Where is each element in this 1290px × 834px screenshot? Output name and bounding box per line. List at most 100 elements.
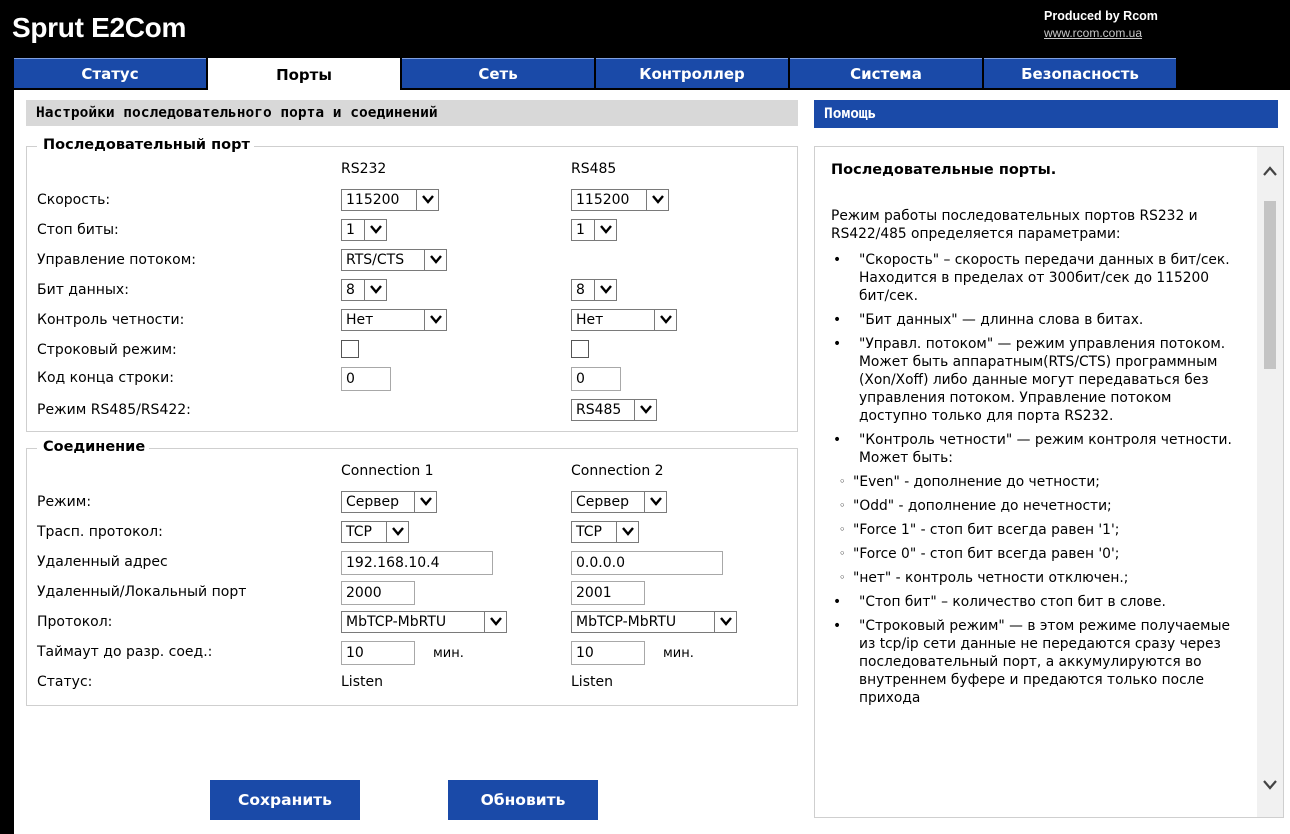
tab-status[interactable]: Статус — [14, 58, 206, 88]
rs485-mode-select[interactable]: RS485 — [571, 399, 657, 421]
rs485-mode-value: RS485 — [576, 402, 622, 418]
rs232-stop-bits-select[interactable]: 1 — [341, 219, 387, 241]
protocol-label: Протокол: — [37, 614, 113, 630]
help-panel[interactable]: Последовательные порты. Режим работы пос… — [814, 146, 1284, 818]
rs232-flow-control-value: RTS/CTS — [346, 252, 405, 268]
chevron-down-icon — [414, 492, 436, 512]
scroll-down-icon[interactable] — [1257, 773, 1283, 797]
chevron-down-icon — [424, 250, 446, 270]
rs485-stop-bits-value: 1 — [576, 222, 585, 238]
refresh-button[interactable]: Обновить — [448, 780, 598, 820]
tab-system[interactable]: Система — [790, 58, 982, 88]
stop-bits-label: Стоп биты: — [37, 222, 119, 238]
transport-label: Трасп. протокол: — [37, 524, 163, 540]
help-item-data-bits: "Бит данных" — длинна слова в битах. — [831, 311, 1239, 329]
rs485-stop-bits-select[interactable]: 1 — [571, 219, 617, 241]
help-title-bar: Помощь — [814, 100, 1278, 128]
c2-timeout-unit: мин. — [663, 646, 694, 661]
rs485-data-bits-select[interactable]: 8 — [571, 279, 617, 301]
tab-ports[interactable]: Порты — [208, 58, 400, 90]
help-item-text: "Строковый режим" — в этом режиме получа… — [859, 618, 1230, 706]
help-item-text: "Скорость" – скорость передачи данных в … — [859, 252, 1230, 304]
c2-mode-value: Сервер — [576, 494, 630, 510]
page-content: Настройки последовательного порта и соед… — [14, 90, 1290, 834]
data-bits-label: Бит данных: — [37, 282, 129, 298]
chevron-down-icon — [616, 522, 638, 542]
c1-status-value: Listen — [341, 674, 383, 690]
c1-mode-select[interactable]: Сервер — [341, 491, 437, 513]
rs232-data-bits-select[interactable]: 8 — [341, 279, 387, 301]
tab-security[interactable]: Безопасность — [984, 58, 1176, 88]
timeout-label: Таймаут до разр. соед.: — [37, 644, 213, 660]
c1-timeout-unit: мин. — [433, 646, 464, 661]
help-item-line-mode: "Строковый режим" — в этом режиме получа… — [831, 617, 1239, 707]
parity-option: "Odd" - дополнение до нечетности; — [839, 497, 1239, 515]
chevron-down-icon — [386, 522, 408, 542]
tab-network[interactable]: Сеть — [402, 58, 594, 88]
c1-mode-value: Сервер — [346, 494, 400, 510]
connection-1-header: Connection 1 — [341, 463, 434, 479]
rs232-speed-value: 115200 — [346, 192, 400, 208]
help-item-flow-control: "Управл. потоком" — режим управления пот… — [831, 335, 1239, 425]
c2-remote-address-input[interactable]: 0.0.0.0 — [571, 551, 723, 575]
main-tabs: Статус Порты Сеть Контроллер Система Без… — [14, 58, 1176, 90]
scroll-up-icon[interactable] — [1257, 159, 1283, 183]
eol-code-label: Код конца строки: — [37, 370, 174, 386]
rs485-data-bits-value: 8 — [576, 282, 585, 298]
parity-option: "Force 0" - стоп бит всегда равен '0'; — [839, 545, 1239, 563]
chevron-down-icon — [416, 190, 438, 210]
c1-remote-address-input[interactable]: 192.168.10.4 — [341, 551, 493, 575]
save-button[interactable]: Сохранить — [210, 780, 360, 820]
chevron-down-icon — [646, 190, 668, 210]
c1-transport-value: TCP — [346, 524, 372, 540]
chevron-down-icon — [424, 310, 446, 330]
help-item-text: "Управл. потоком" — режим управления пот… — [859, 336, 1226, 424]
help-item-parity: "Контроль четности" — режим контроля чет… — [831, 431, 1239, 587]
c2-port-input[interactable]: 2001 — [571, 581, 645, 605]
rs232-parity-select[interactable]: Нет — [341, 309, 447, 331]
c1-timeout-input[interactable]: 10 — [341, 641, 415, 665]
flow-control-label: Управление потоком: — [37, 252, 197, 268]
help-scrollbar[interactable] — [1257, 147, 1283, 817]
tab-controller[interactable]: Контроллер — [596, 58, 788, 88]
chevron-down-icon — [714, 612, 736, 632]
chevron-down-icon — [594, 280, 616, 300]
section-title: Настройки последовательного порта и соед… — [26, 100, 798, 126]
c1-port-input[interactable]: 2000 — [341, 581, 415, 605]
rs232-stop-bits-value: 1 — [346, 222, 355, 238]
rs232-line-mode-checkbox[interactable] — [341, 340, 359, 358]
help-intro: Режим работы последовательных портов RS2… — [831, 208, 1198, 242]
c2-protocol-select[interactable]: MbTCP-MbRTU — [571, 611, 737, 633]
rs485-parity-select[interactable]: Нет — [571, 309, 677, 331]
c1-transport-select[interactable]: TCP — [341, 521, 409, 543]
rs485-speed-select[interactable]: 115200 — [571, 189, 669, 211]
app-title: Sprut E2Com — [12, 12, 187, 43]
chevron-down-icon — [364, 280, 386, 300]
parity-option: "Even" - дополнение до четности; — [839, 473, 1239, 491]
vendor-site-link[interactable]: www.rcom.com.ua — [1044, 26, 1142, 40]
rs485-eol-code-input[interactable]: 0 — [571, 367, 621, 391]
conn-mode-label: Режим: — [37, 494, 92, 510]
chevron-down-icon — [364, 220, 386, 240]
c2-protocol-value: MbTCP-MbRTU — [576, 614, 677, 630]
app-header: Sprut E2Com Produced by Rcom www.rcom.co… — [0, 0, 1290, 58]
c2-mode-select[interactable]: Сервер — [571, 491, 667, 513]
port-label: Удаленный/Локальный порт — [37, 584, 247, 600]
c2-timeout-input[interactable]: 10 — [571, 641, 645, 665]
chevron-down-icon — [594, 220, 616, 240]
scroll-thumb[interactable] — [1264, 201, 1276, 369]
rs485-speed-value: 115200 — [576, 192, 630, 208]
rs232-data-bits-value: 8 — [346, 282, 355, 298]
parity-label: Контроль четности: — [37, 312, 185, 328]
c1-protocol-select[interactable]: MbTCP-MbRTU — [341, 611, 507, 633]
rs485-line-mode-checkbox[interactable] — [571, 340, 589, 358]
rs232-speed-select[interactable]: 115200 — [341, 189, 439, 211]
rs485-column-header: RS485 — [571, 161, 617, 177]
c2-transport-select[interactable]: TCP — [571, 521, 639, 543]
rs232-eol-code-input[interactable]: 0 — [341, 367, 391, 391]
c1-protocol-value: MbTCP-MbRTU — [346, 614, 447, 630]
rs232-flow-control-select[interactable]: RTS/CTS — [341, 249, 447, 271]
serial-port-legend: Последовательный порт — [37, 137, 254, 153]
remote-address-label: Удаленный адрес — [37, 554, 168, 570]
speed-label: Скорость: — [37, 192, 111, 208]
